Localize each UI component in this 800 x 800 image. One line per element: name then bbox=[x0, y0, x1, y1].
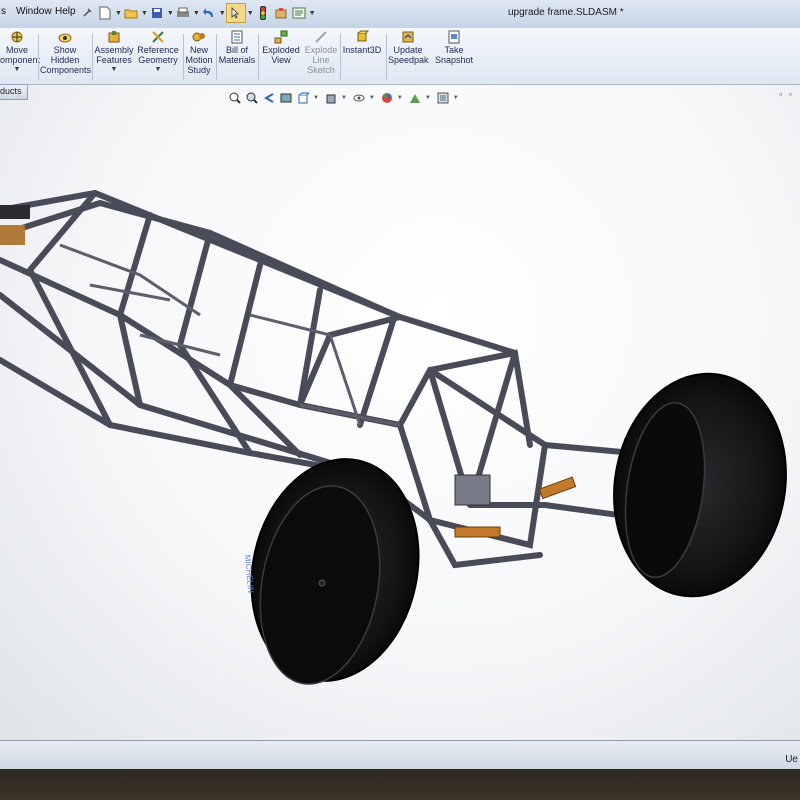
explode-line-sketch-label-3: Sketch bbox=[307, 65, 335, 75]
chevron-down-icon[interactable]: ▼ bbox=[115, 10, 122, 17]
chevron-down-icon[interactable]: ▼ bbox=[141, 10, 148, 17]
command-manager: Move omponent ▼ Show Hidden Components A… bbox=[0, 28, 800, 85]
assembly-features-icon bbox=[107, 30, 121, 44]
exploded-view-label-1: Exploded bbox=[262, 45, 300, 55]
chevron-down-icon[interactable]: ▼ bbox=[247, 10, 254, 17]
move-component-button[interactable]: Move omponent ▼ bbox=[0, 30, 41, 75]
chevron-down-icon[interactable]: ▼ bbox=[167, 10, 174, 17]
update-speedpak-button[interactable]: Update Speedpak bbox=[388, 30, 429, 65]
ribbon-divider bbox=[386, 34, 387, 80]
below-window-backdrop: Ue bbox=[0, 740, 800, 800]
new-motion-study-label-1: New bbox=[189, 45, 208, 55]
chevron-down-icon[interactable]: ▼ bbox=[0, 65, 34, 75]
explode-line-sketch-label-2: Line bbox=[312, 55, 330, 65]
reference-geometry-label-2: Geometry bbox=[138, 55, 178, 65]
new-motion-study-label-3: Study bbox=[187, 65, 211, 75]
reference-geometry-icon bbox=[151, 30, 165, 44]
new-motion-study-button[interactable]: New Motion Study bbox=[184, 30, 214, 75]
exploded-view-icon bbox=[274, 30, 288, 44]
quick-access-toolbar: ▼ ▼ ▼ ▼ ▼ ▼ ▼ bbox=[78, 3, 316, 23]
bill-of-materials-icon bbox=[230, 30, 244, 44]
show-hidden-label-3: Components bbox=[40, 65, 92, 75]
assembly-model[interactable]: MICHELIN bbox=[0, 85, 800, 740]
explode-line-sketch-button[interactable]: Explode Line Sketch bbox=[302, 30, 340, 75]
chevron-down-icon[interactable]: ▼ bbox=[219, 10, 226, 17]
print-icon[interactable] bbox=[174, 4, 192, 22]
file-properties-icon[interactable] bbox=[272, 4, 290, 22]
rear-spring bbox=[0, 225, 25, 245]
open-folder-icon[interactable] bbox=[122, 4, 140, 22]
show-hidden-icon bbox=[58, 30, 72, 44]
ribbon-divider bbox=[38, 34, 39, 80]
menu-item-partial[interactable]: s bbox=[1, 6, 6, 17]
chevron-down-icon[interactable]: ▼ bbox=[136, 65, 180, 75]
update-speedpak-label-1: Update bbox=[393, 45, 423, 55]
coilover-spring[interactable] bbox=[454, 526, 501, 538]
ribbon-divider bbox=[92, 34, 93, 80]
update-speedpak-icon bbox=[401, 30, 415, 44]
exploded-view-button[interactable]: Exploded View bbox=[261, 30, 301, 65]
take-snapshot-button[interactable]: Take Snapshot bbox=[432, 30, 476, 65]
take-snapshot-label-1: Take bbox=[444, 45, 464, 55]
show-hidden-label-1: Show bbox=[53, 45, 77, 55]
chevron-down-icon[interactable]: ▼ bbox=[94, 65, 134, 75]
instant3d-button[interactable]: Instant3D bbox=[342, 30, 382, 55]
new-document-icon[interactable] bbox=[96, 4, 114, 22]
rebuild-icon[interactable] bbox=[254, 4, 272, 22]
ribbon-divider bbox=[258, 34, 259, 80]
upright[interactable] bbox=[454, 474, 491, 506]
reference-geometry-label-1: Reference bbox=[137, 45, 179, 55]
options-icon[interactable] bbox=[290, 4, 308, 22]
motion-study-icon bbox=[192, 30, 206, 44]
explode-line-sketch-icon bbox=[314, 30, 328, 44]
move-component-icon bbox=[10, 30, 24, 44]
take-snapshot-icon bbox=[447, 30, 461, 44]
coilover-spring[interactable] bbox=[538, 476, 577, 500]
tab-products-partial[interactable]: ducts bbox=[0, 84, 28, 100]
pin-icon[interactable] bbox=[78, 4, 96, 22]
new-motion-study-label-2: Motion bbox=[185, 55, 213, 65]
take-snapshot-label-2: Snapshot bbox=[434, 55, 474, 65]
chevron-down-icon[interactable]: ▼ bbox=[309, 10, 316, 17]
rear-mount bbox=[0, 205, 30, 219]
assembly-features-button[interactable]: Assembly Features ▼ bbox=[94, 30, 134, 75]
ribbon-divider bbox=[216, 34, 217, 80]
move-component-label-2: omponent bbox=[0, 55, 41, 65]
status-bar: Ue bbox=[0, 740, 800, 769]
chevron-down-icon[interactable]: ▼ bbox=[193, 10, 200, 17]
instant3d-label: Instant3D bbox=[342, 45, 382, 55]
reference-geometry-button[interactable]: Reference Geometry ▼ bbox=[136, 30, 180, 75]
bill-of-materials-label-2: Materials bbox=[218, 55, 256, 65]
update-speedpak-label-2: Speedpak bbox=[388, 55, 429, 65]
menu-item-window[interactable]: Window bbox=[16, 6, 52, 17]
frame-bracing bbox=[59, 243, 401, 427]
assembly-features-label-2: Features bbox=[96, 55, 132, 65]
explode-line-sketch-label-1: Explode bbox=[304, 45, 338, 55]
wheel-center bbox=[318, 579, 326, 587]
graphics-area[interactable]: ▼ ▼ ▼ ▼ ▼ ▼ ▫ ▫ MICHELIN bbox=[0, 85, 800, 740]
bill-of-materials-label-1: Bill of bbox=[225, 45, 248, 55]
title-bar: s Window Help ▼ ▼ ▼ ▼ ▼ ▼ ▼ upgrade fram… bbox=[0, 0, 800, 29]
ribbon-divider bbox=[340, 34, 341, 80]
show-hidden-components-button[interactable]: Show Hidden Components bbox=[40, 30, 92, 75]
move-component-label-1: Move bbox=[5, 45, 28, 55]
document-title: upgrade frame.SLDASM * bbox=[508, 7, 624, 18]
bill-of-materials-button[interactable]: Bill of Materials bbox=[218, 30, 256, 65]
assembly-features-label-1: Assembly bbox=[94, 45, 134, 55]
show-hidden-label-2: Hidden bbox=[50, 55, 80, 65]
undo-icon[interactable] bbox=[200, 4, 218, 22]
select-pointer-icon[interactable] bbox=[225, 3, 246, 23]
instant3d-icon bbox=[355, 30, 370, 44]
save-icon[interactable] bbox=[148, 4, 166, 22]
exploded-view-label-2: View bbox=[271, 55, 291, 65]
menu-item-help[interactable]: Help bbox=[55, 6, 76, 17]
status-text-partial: Ue bbox=[785, 754, 798, 765]
